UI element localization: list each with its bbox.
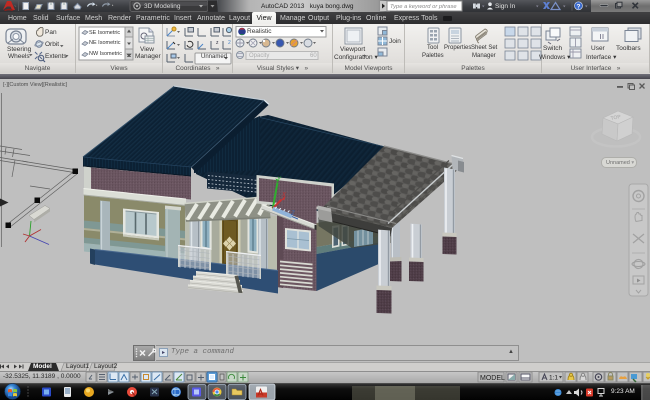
svg-text:?: ? [577, 3, 581, 10]
svg-text:z: z [216, 40, 219, 46]
svg-text:2: 2 [228, 40, 231, 46]
svg-text:1:1: 1:1 [549, 375, 558, 382]
svg-text:Z: Z [290, 211, 295, 217]
svg-text:MODEL: MODEL [480, 375, 505, 382]
